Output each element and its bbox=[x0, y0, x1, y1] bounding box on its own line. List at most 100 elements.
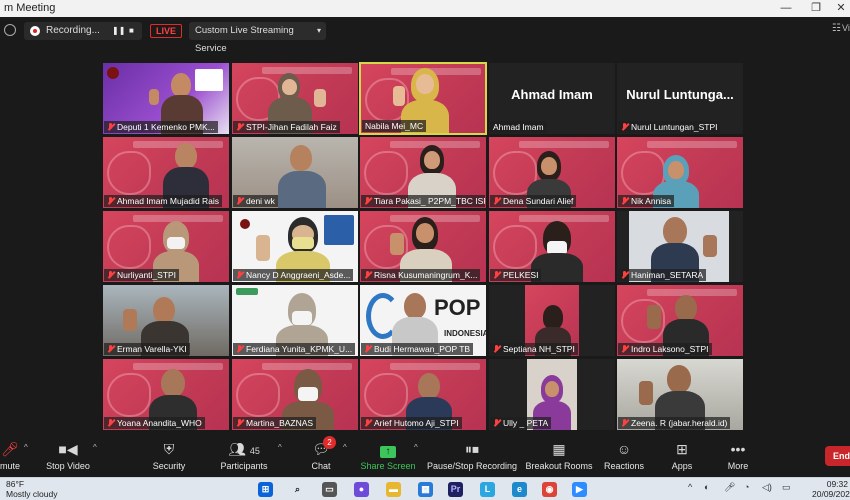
view-label: Vi bbox=[842, 23, 850, 33]
edge-browser-icon[interactable]: e bbox=[512, 482, 527, 497]
muted-mic-icon bbox=[364, 419, 372, 427]
muted-mic-icon bbox=[493, 197, 501, 205]
share-screen-button[interactable]: ↑ Share Screen bbox=[360, 437, 416, 475]
video-tile[interactable]: PELKESI bbox=[489, 211, 615, 282]
video-options-chevron-icon[interactable]: ^ bbox=[93, 443, 97, 452]
muted-mic-icon bbox=[493, 271, 501, 279]
participant-name-label: Yoana Anandita_WHO bbox=[104, 417, 205, 429]
clock-date: 20/09/2022 bbox=[812, 489, 850, 499]
more-button[interactable]: ••• More bbox=[724, 437, 752, 475]
file-explorer-icon[interactable]: ▬ bbox=[386, 482, 401, 497]
meet-app-icon[interactable]: ● bbox=[354, 482, 369, 497]
microphone-icon[interactable]: 🎤︎ bbox=[724, 482, 735, 493]
participants-button[interactable]: 👥︎ 45 Participants bbox=[218, 437, 270, 475]
participant-name-label: Tiara Pakasi_ P2PM_TBC ISPA bbox=[361, 195, 485, 207]
lung-graphic bbox=[493, 225, 537, 269]
active-speaker-tile[interactable]: Nabila Mei_MC bbox=[359, 62, 487, 135]
participant-name-label: Ferdiana Yunita_KPMK_U... bbox=[233, 343, 356, 355]
pause-stop-recording-button[interactable]: ⏸︎⏹︎ Pause/Stop Recording bbox=[426, 437, 518, 475]
participant-name-label: Ahmad Imam Mujadid Rais bbox=[104, 195, 223, 207]
participant-name-label: Arief Hutomo Aji_STPI bbox=[361, 417, 462, 429]
video-tile[interactable]: Martina_BAZNAS bbox=[232, 359, 358, 430]
organization-logo-icon bbox=[107, 67, 119, 79]
tray-chevron-icon[interactable]: ^ bbox=[688, 482, 692, 492]
unmute-button[interactable]: 🎤︎ mute bbox=[0, 437, 20, 475]
video-tile[interactable]: Yoana Anandita_WHO bbox=[103, 359, 229, 430]
video-tile[interactable]: Tiara Pakasi_ P2PM_TBC ISPA bbox=[360, 137, 486, 208]
participant-display-name: Ahmad Imam bbox=[511, 87, 593, 102]
stop-recording-icon[interactable]: ■ bbox=[129, 22, 134, 40]
windows-start-icon[interactable]: ⊞ bbox=[258, 482, 273, 497]
video-tile[interactable]: Nancy D Anggraeni_Asde... bbox=[232, 211, 358, 282]
video-tile[interactable]: Risna Kusumaningrum_K... bbox=[360, 211, 486, 282]
task-view-icon[interactable]: ▭ bbox=[322, 482, 337, 497]
video-tile[interactable]: POP INDONESIA Budi Hermawan_POP TB bbox=[360, 285, 486, 356]
breakout-rooms-button[interactable]: ▦ Breakout Rooms bbox=[524, 437, 594, 475]
close-button[interactable]: ✕ bbox=[830, 0, 850, 17]
recording-dot-icon bbox=[30, 26, 40, 36]
system-clock[interactable]: 09:32 20/09/2022 bbox=[812, 479, 850, 499]
store-app-icon[interactable]: ▦ bbox=[418, 482, 433, 497]
video-tile[interactable]: Nurliyanti_STPI bbox=[103, 211, 229, 282]
participant-name-label: Septiana NH_STPI bbox=[490, 343, 578, 355]
video-tile[interactable]: Zeena. R (jabar.herald.id) bbox=[617, 359, 743, 430]
muted-mic-icon bbox=[236, 123, 244, 131]
video-tile[interactable]: Septiana NH_STPI bbox=[489, 285, 615, 356]
participants-options-chevron-icon[interactable]: ^ bbox=[278, 443, 282, 452]
video-tile[interactable]: STPI-Jihan Fadilah Faiz bbox=[232, 63, 358, 134]
battery-icon[interactable]: ▭ bbox=[782, 482, 791, 493]
event-banner bbox=[390, 215, 480, 222]
zoom-app-icon[interactable]: ▶ bbox=[572, 482, 587, 497]
participant-name-label: Martina_BAZNAS bbox=[233, 417, 317, 429]
video-tile[interactable]: Deputi 1 Kemenko PMK... bbox=[103, 63, 229, 134]
video-tile[interactable]: Haniman_SETARA bbox=[617, 211, 743, 282]
security-button[interactable]: ⛨ Security bbox=[148, 437, 190, 475]
pause-recording-icon[interactable]: ❚❚ bbox=[112, 22, 125, 40]
stop-video-button[interactable]: ■◀ Stop Video bbox=[42, 437, 94, 475]
premiere-pro-icon[interactable]: Pr bbox=[448, 482, 463, 497]
muted-mic-icon bbox=[236, 345, 244, 353]
event-banner bbox=[262, 67, 352, 74]
participant-name-label: Zeena. R (jabar.herald.id) bbox=[618, 417, 731, 429]
video-tile[interactable]: Indro Laksono_STPI bbox=[617, 285, 743, 356]
lung-graphic bbox=[236, 373, 280, 417]
video-tile[interactable]: Ferdiana Yunita_KPMK_U... bbox=[232, 285, 358, 356]
weather-condition: Mostly cloudy bbox=[6, 489, 58, 499]
video-tile[interactable]: Ully _ PETA bbox=[489, 359, 615, 430]
view-grid-icon[interactable]: ☷ bbox=[832, 23, 841, 34]
video-tile[interactable]: deni wk bbox=[232, 137, 358, 208]
reactions-button[interactable]: ☺︎ Reactions bbox=[602, 437, 646, 475]
live-stream-service-dropdown[interactable]: Custom Live Streaming Service ▾ bbox=[189, 22, 326, 54]
chat-options-chevron-icon[interactable]: ^ bbox=[343, 443, 347, 452]
video-tile[interactable]: Dena Sundari Alief bbox=[489, 137, 615, 208]
video-tile[interactable]: Erman Varella-YKI bbox=[103, 285, 229, 356]
tray-app-icon[interactable]: ◐ bbox=[704, 482, 709, 492]
weather-widget[interactable]: 86°F Mostly cloudy bbox=[6, 479, 58, 499]
participant-name-label: Erman Varella-YKI bbox=[104, 343, 190, 355]
shield-icon: ⛨ bbox=[163, 441, 175, 457]
participant-name-label: Nancy D Anggraeni_Asde... bbox=[233, 269, 354, 281]
video-tile-camera-off[interactable]: Nurul Luntunga... Nurul Luntungan_STPI bbox=[617, 63, 743, 134]
wifi-icon[interactable]: ◔ bbox=[744, 482, 749, 492]
muted-mic-icon bbox=[236, 419, 244, 427]
muted-mic-icon bbox=[236, 271, 244, 279]
muted-mic-icon bbox=[621, 123, 629, 131]
shield-info-icon[interactable] bbox=[4, 24, 16, 36]
volume-icon[interactable]: ◁) bbox=[762, 482, 772, 493]
participants-count: 45 bbox=[249, 446, 260, 456]
video-tile[interactable]: Ahmad Imam Mujadid Rais bbox=[103, 137, 229, 208]
app-l-icon[interactable]: L bbox=[480, 482, 495, 497]
minimize-button[interactable]: — bbox=[775, 0, 797, 17]
audio-options-chevron-icon[interactable]: ^ bbox=[24, 443, 28, 452]
chrome-browser-icon[interactable]: ◉ bbox=[542, 482, 557, 497]
end-meeting-button[interactable]: End bbox=[825, 446, 850, 466]
video-tile[interactable]: Nik Annisa bbox=[617, 137, 743, 208]
share-options-chevron-icon[interactable]: ^ bbox=[414, 443, 418, 452]
restore-button[interactable]: ❐ bbox=[805, 0, 827, 17]
video-tile-camera-off[interactable]: Ahmad Imam Ahmad Imam bbox=[489, 63, 615, 134]
video-tile[interactable]: Arief Hutomo Aji_STPI bbox=[360, 359, 486, 430]
search-icon[interactable]: ⌕ bbox=[290, 482, 305, 497]
participant-name-label: STPI-Jihan Fadilah Faiz bbox=[233, 121, 340, 133]
live-badge: LIVE bbox=[150, 24, 182, 38]
apps-button[interactable]: ⊞ Apps bbox=[668, 437, 696, 475]
